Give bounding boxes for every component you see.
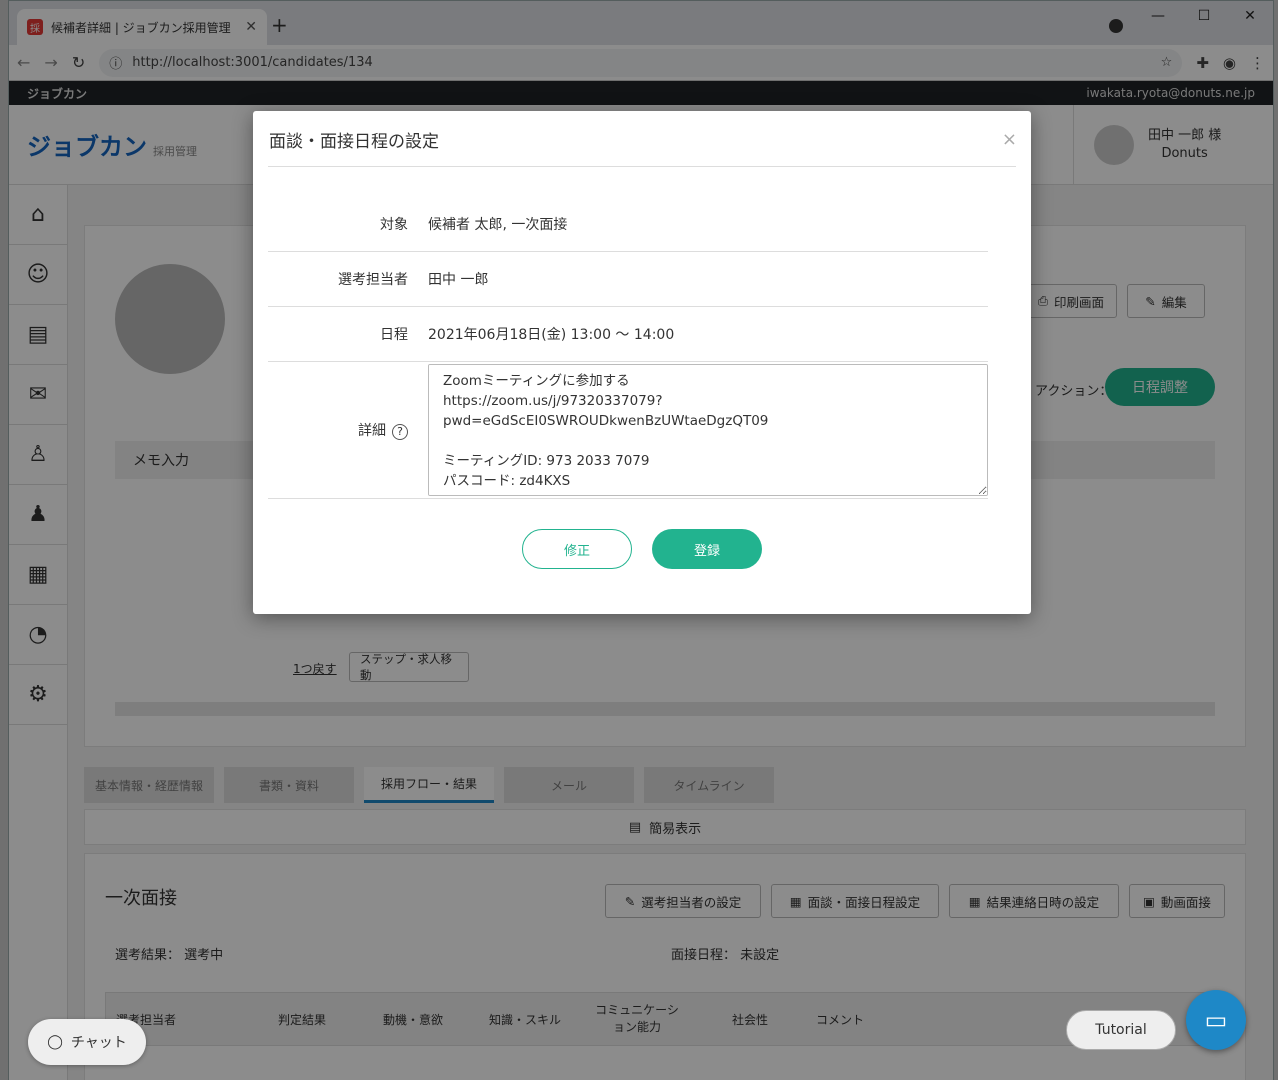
modal-divider xyxy=(268,166,1016,167)
chat-button[interactable]: ◯ チャット xyxy=(28,1019,146,1065)
target-label: 対象 xyxy=(380,217,408,233)
detail-row: 詳細? xyxy=(268,362,988,499)
detail-label-wrap: 詳細? xyxy=(268,420,428,440)
modal-close-icon[interactable]: × xyxy=(1002,129,1017,150)
detail-label: 詳細 xyxy=(358,423,386,439)
detail-textarea[interactable] xyxy=(428,364,988,496)
modal-title: 面談・面接日程の設定 xyxy=(269,132,439,152)
register-button[interactable]: 登録 xyxy=(652,529,762,569)
target-value: 候補者 太郎, 一次面接 xyxy=(428,217,568,233)
support-chat-icon[interactable]: ▭ xyxy=(1186,990,1246,1050)
examiner-value: 田中 一郎 xyxy=(428,272,489,288)
target-row: 対象 候補者 太郎, 一次面接 xyxy=(268,197,988,252)
chat-label: チャット xyxy=(70,1035,127,1051)
tutorial-button[interactable]: Tutorial xyxy=(1066,1010,1176,1050)
date-row: 日程 2021年06月18日(金) 13:00 ～ 14:00 xyxy=(268,307,988,362)
chat-bubble-icon: ◯ xyxy=(47,1034,63,1050)
edit-button[interactable]: 修正 xyxy=(522,529,632,569)
examiner-label: 選考担当者 xyxy=(338,272,408,288)
tutorial-label: Tutorial xyxy=(1095,1022,1147,1038)
examiner-row: 選考担当者 田中 一郎 xyxy=(268,252,988,307)
date-value: 2021年06月18日(金) 13:00 ～ 14:00 xyxy=(428,327,675,343)
date-label: 日程 xyxy=(380,327,408,343)
schedule-modal: 面談・面接日程の設定 × 対象 候補者 太郎, 一次面接 選考担当者 田中 一郎… xyxy=(253,111,1031,614)
help-icon[interactable]: ? xyxy=(392,423,408,440)
